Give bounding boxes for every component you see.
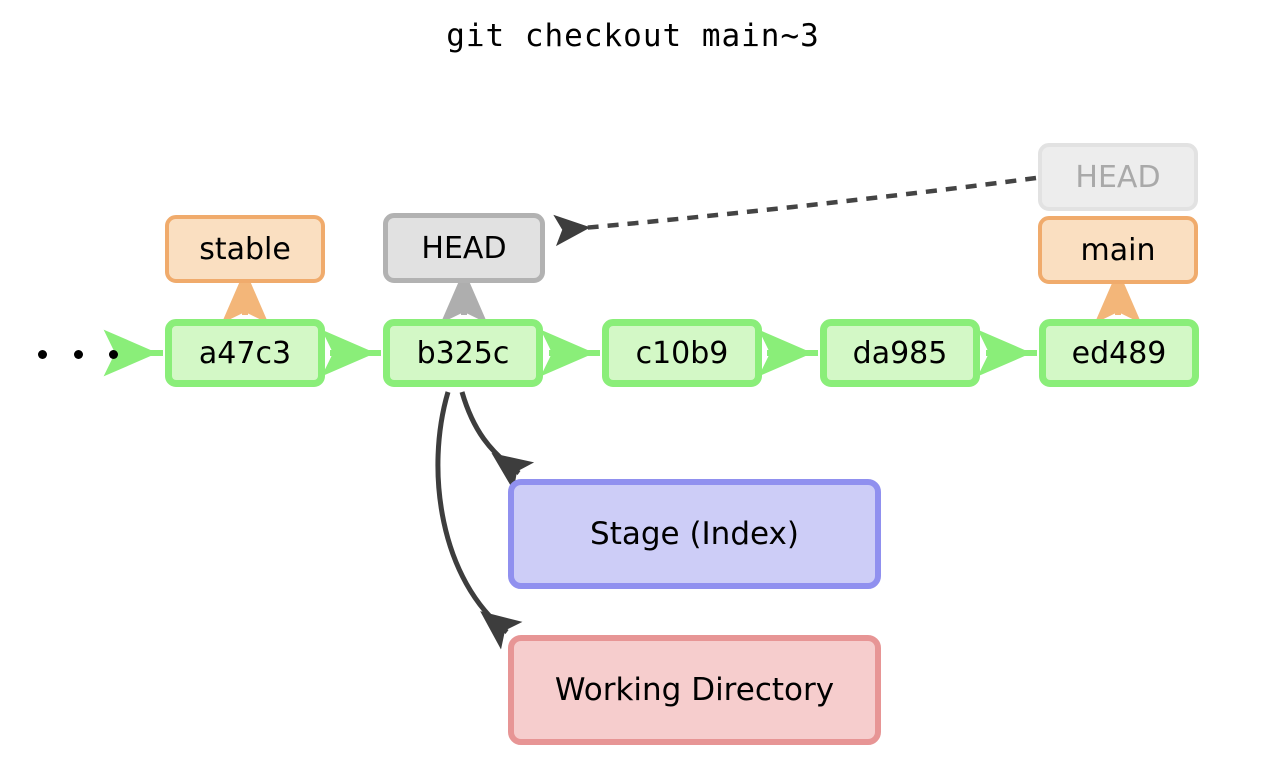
commit-da985[interactable]: da985 (820, 319, 980, 387)
working-directory-box[interactable]: Working Directory (508, 635, 881, 745)
working-directory-label: Working Directory (554, 672, 835, 708)
branch-stable-box[interactable]: stable (165, 215, 325, 283)
commit-ed489-label: ed489 (1071, 335, 1167, 371)
diagram-canvas: git checkout main~3 HEAD main stable HEA… (0, 0, 1266, 770)
edge-b325c-to-stage (459, 391, 535, 491)
commit-a47c3[interactable]: a47c3 (165, 319, 325, 387)
stage-index-label: Stage (Index) (590, 516, 799, 552)
commit-c10b9-label: c10b9 (635, 335, 729, 371)
branch-stable-label: stable (199, 231, 291, 267)
commit-a47c3-label: a47c3 (198, 335, 292, 371)
head-previous-box[interactable]: HEAD (1038, 143, 1198, 211)
head-label: HEAD (421, 230, 507, 266)
commit-da985-label: da985 (852, 335, 948, 371)
branch-main-label: main (1080, 232, 1156, 268)
ref-edges (221, 269, 1142, 324)
commit-ed489[interactable]: ed489 (1039, 319, 1199, 387)
edge-b325c-to-working-directory (435, 391, 523, 650)
edge-head-move-dashed (553, 175, 1037, 247)
commit-b325c[interactable]: b325c (383, 319, 543, 387)
commit-c10b9[interactable]: c10b9 (602, 319, 762, 387)
head-box[interactable]: HEAD (383, 213, 545, 283)
commit-b325c-label: b325c (416, 335, 510, 371)
head-previous-label: HEAD (1075, 159, 1161, 195)
branch-main-box[interactable]: main (1038, 216, 1198, 284)
stage-index-box[interactable]: Stage (Index) (508, 479, 881, 589)
